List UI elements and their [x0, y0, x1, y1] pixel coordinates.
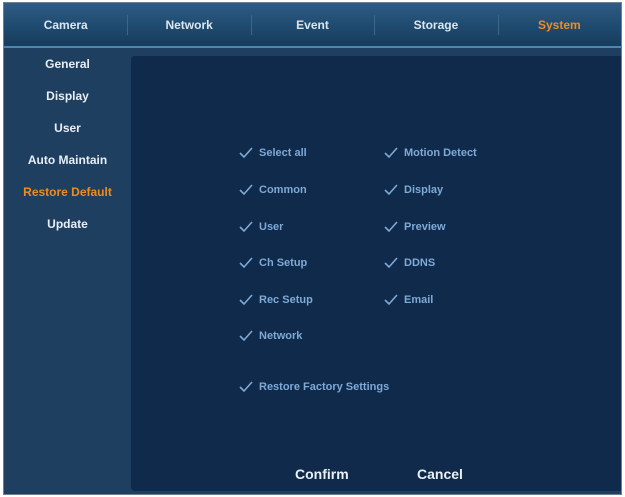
- sidebar-item-update[interactable]: Update: [4, 208, 131, 240]
- option-common[interactable]: Common: [239, 183, 307, 197]
- checkmark-icon: [384, 183, 398, 197]
- checkmark-icon: [239, 146, 253, 160]
- option-label: Select all: [259, 147, 307, 159]
- option-ddns[interactable]: DDNS: [384, 256, 435, 270]
- option-motion-detect[interactable]: Motion Detect: [384, 146, 477, 160]
- option-email[interactable]: Email: [384, 293, 433, 307]
- checkmark-icon: [239, 183, 253, 197]
- restore-default-panel: Select all Common User Ch Setup Rec Setu…: [131, 56, 621, 491]
- option-label: Email: [404, 294, 434, 306]
- confirm-button[interactable]: Confirm: [295, 466, 349, 482]
- option-label: User: [259, 221, 284, 233]
- checkmark-icon: [239, 380, 253, 394]
- option-select-all[interactable]: Select all: [239, 146, 307, 160]
- option-label: Common: [259, 184, 307, 196]
- sidebar-item-restore-default[interactable]: Restore Default: [4, 176, 131, 208]
- checkmark-icon: [384, 146, 398, 160]
- option-restore-factory-settings[interactable]: Restore Factory Settings: [239, 380, 389, 394]
- option-user[interactable]: User: [239, 220, 283, 234]
- tab-event[interactable]: Event: [250, 3, 374, 46]
- tab-network[interactable]: Network: [127, 3, 250, 46]
- option-label: Ch Setup: [259, 257, 308, 269]
- option-label: Network: [259, 330, 303, 342]
- option-label: Motion Detect: [404, 147, 477, 159]
- option-label: Rec Setup: [259, 294, 313, 306]
- option-network[interactable]: Network: [239, 329, 302, 343]
- checkmark-icon: [384, 220, 398, 234]
- option-ch-setup[interactable]: Ch Setup: [239, 256, 307, 270]
- option-preview[interactable]: Preview: [384, 220, 446, 234]
- checkmark-icon: [239, 256, 253, 270]
- option-label: DDNS: [404, 257, 436, 269]
- sidebar-item-display[interactable]: Display: [4, 80, 131, 112]
- sidebar: General Display User Auto Maintain Resto…: [4, 48, 131, 494]
- checkmark-icon: [239, 220, 253, 234]
- option-label: Preview: [404, 221, 446, 233]
- tab-storage[interactable]: Storage: [374, 3, 497, 46]
- cancel-button[interactable]: Cancel: [417, 466, 463, 482]
- sidebar-item-auto-maintain[interactable]: Auto Maintain: [4, 144, 131, 176]
- tab-system[interactable]: System: [497, 3, 621, 46]
- sidebar-item-user[interactable]: User: [4, 112, 131, 144]
- tab-camera[interactable]: Camera: [4, 3, 127, 46]
- option-label: Restore Factory Settings: [259, 381, 390, 393]
- checkmark-icon: [384, 293, 398, 307]
- settings-window: Camera Network Event Storage System Gene…: [3, 2, 622, 495]
- checkmark-icon: [239, 329, 253, 343]
- checkmark-icon: [239, 293, 253, 307]
- option-display[interactable]: Display: [384, 183, 443, 197]
- checkmark-icon: [384, 256, 398, 270]
- option-label: Display: [404, 184, 444, 196]
- option-rec-setup[interactable]: Rec Setup: [239, 293, 313, 307]
- sidebar-item-general[interactable]: General: [4, 48, 131, 80]
- top-tab-bar: Camera Network Event Storage System: [4, 3, 621, 48]
